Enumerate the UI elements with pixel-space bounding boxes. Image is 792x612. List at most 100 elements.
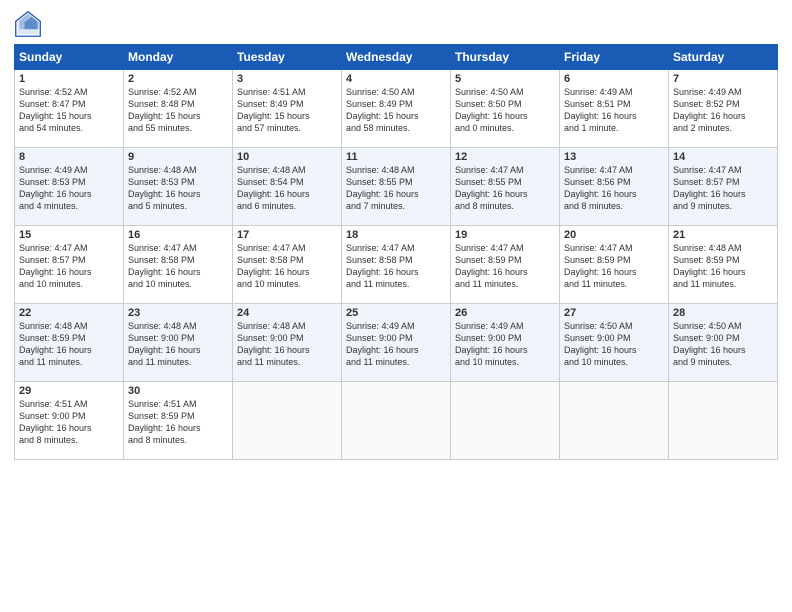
calendar-cell: 10Sunrise: 4:48 AM Sunset: 8:54 PM Dayli…: [233, 148, 342, 226]
calendar-cell: 17Sunrise: 4:47 AM Sunset: 8:58 PM Dayli…: [233, 226, 342, 304]
day-info: Sunrise: 4:48 AM Sunset: 8:59 PM Dayligh…: [673, 242, 773, 291]
calendar-week-row: 8Sunrise: 4:49 AM Sunset: 8:53 PM Daylig…: [15, 148, 778, 226]
calendar-cell: 15Sunrise: 4:47 AM Sunset: 8:57 PM Dayli…: [15, 226, 124, 304]
logo: [14, 10, 46, 38]
day-number: 26: [455, 307, 555, 319]
calendar-day-header: Tuesday: [233, 45, 342, 70]
day-number: 27: [564, 307, 664, 319]
calendar-cell: 1Sunrise: 4:52 AM Sunset: 8:47 PM Daylig…: [15, 70, 124, 148]
calendar-day-header: Wednesday: [342, 45, 451, 70]
day-info: Sunrise: 4:51 AM Sunset: 9:00 PM Dayligh…: [19, 398, 119, 447]
day-info: Sunrise: 4:48 AM Sunset: 8:59 PM Dayligh…: [19, 320, 119, 369]
calendar-cell: 13Sunrise: 4:47 AM Sunset: 8:56 PM Dayli…: [560, 148, 669, 226]
day-number: 13: [564, 151, 664, 163]
day-number: 19: [455, 229, 555, 241]
calendar-cell: 22Sunrise: 4:48 AM Sunset: 8:59 PM Dayli…: [15, 304, 124, 382]
calendar-cell: 18Sunrise: 4:47 AM Sunset: 8:58 PM Dayli…: [342, 226, 451, 304]
calendar-week-row: 15Sunrise: 4:47 AM Sunset: 8:57 PM Dayli…: [15, 226, 778, 304]
day-number: 8: [19, 151, 119, 163]
day-info: Sunrise: 4:48 AM Sunset: 8:54 PM Dayligh…: [237, 164, 337, 213]
day-number: 25: [346, 307, 446, 319]
calendar-week-row: 1Sunrise: 4:52 AM Sunset: 8:47 PM Daylig…: [15, 70, 778, 148]
day-info: Sunrise: 4:47 AM Sunset: 8:55 PM Dayligh…: [455, 164, 555, 213]
calendar-day-header: Saturday: [669, 45, 778, 70]
calendar-day-header: Thursday: [451, 45, 560, 70]
day-info: Sunrise: 4:50 AM Sunset: 9:00 PM Dayligh…: [673, 320, 773, 369]
day-info: Sunrise: 4:49 AM Sunset: 9:00 PM Dayligh…: [455, 320, 555, 369]
day-info: Sunrise: 4:50 AM Sunset: 9:00 PM Dayligh…: [564, 320, 664, 369]
calendar-cell: [233, 382, 342, 460]
day-number: 6: [564, 73, 664, 85]
day-info: Sunrise: 4:52 AM Sunset: 8:48 PM Dayligh…: [128, 86, 228, 135]
day-info: Sunrise: 4:49 AM Sunset: 8:53 PM Dayligh…: [19, 164, 119, 213]
day-number: 2: [128, 73, 228, 85]
day-number: 11: [346, 151, 446, 163]
day-number: 12: [455, 151, 555, 163]
day-info: Sunrise: 4:47 AM Sunset: 8:58 PM Dayligh…: [237, 242, 337, 291]
calendar-cell: 20Sunrise: 4:47 AM Sunset: 8:59 PM Dayli…: [560, 226, 669, 304]
day-number: 14: [673, 151, 773, 163]
day-number: 23: [128, 307, 228, 319]
day-number: 3: [237, 73, 337, 85]
calendar-cell: 14Sunrise: 4:47 AM Sunset: 8:57 PM Dayli…: [669, 148, 778, 226]
day-number: 7: [673, 73, 773, 85]
calendar-week-row: 22Sunrise: 4:48 AM Sunset: 8:59 PM Dayli…: [15, 304, 778, 382]
day-info: Sunrise: 4:47 AM Sunset: 8:56 PM Dayligh…: [564, 164, 664, 213]
day-number: 30: [128, 385, 228, 397]
day-info: Sunrise: 4:51 AM Sunset: 8:49 PM Dayligh…: [237, 86, 337, 135]
calendar-cell: 3Sunrise: 4:51 AM Sunset: 8:49 PM Daylig…: [233, 70, 342, 148]
calendar-header-row: SundayMondayTuesdayWednesdayThursdayFrid…: [15, 45, 778, 70]
header: [14, 10, 778, 38]
day-info: Sunrise: 4:47 AM Sunset: 8:59 PM Dayligh…: [455, 242, 555, 291]
day-number: 20: [564, 229, 664, 241]
calendar-cell: [560, 382, 669, 460]
day-number: 1: [19, 73, 119, 85]
day-info: Sunrise: 4:47 AM Sunset: 8:57 PM Dayligh…: [673, 164, 773, 213]
calendar-week-row: 29Sunrise: 4:51 AM Sunset: 9:00 PM Dayli…: [15, 382, 778, 460]
day-info: Sunrise: 4:49 AM Sunset: 8:52 PM Dayligh…: [673, 86, 773, 135]
day-info: Sunrise: 4:47 AM Sunset: 8:58 PM Dayligh…: [128, 242, 228, 291]
day-info: Sunrise: 4:48 AM Sunset: 9:00 PM Dayligh…: [237, 320, 337, 369]
calendar-table: SundayMondayTuesdayWednesdayThursdayFrid…: [14, 44, 778, 460]
page: SundayMondayTuesdayWednesdayThursdayFrid…: [0, 0, 792, 612]
day-number: 21: [673, 229, 773, 241]
day-info: Sunrise: 4:47 AM Sunset: 8:59 PM Dayligh…: [564, 242, 664, 291]
day-number: 28: [673, 307, 773, 319]
day-info: Sunrise: 4:48 AM Sunset: 8:53 PM Dayligh…: [128, 164, 228, 213]
calendar-cell: 4Sunrise: 4:50 AM Sunset: 8:49 PM Daylig…: [342, 70, 451, 148]
day-number: 17: [237, 229, 337, 241]
day-number: 4: [346, 73, 446, 85]
day-info: Sunrise: 4:50 AM Sunset: 8:50 PM Dayligh…: [455, 86, 555, 135]
day-info: Sunrise: 4:49 AM Sunset: 8:51 PM Dayligh…: [564, 86, 664, 135]
calendar-cell: 27Sunrise: 4:50 AM Sunset: 9:00 PM Dayli…: [560, 304, 669, 382]
calendar-cell: 26Sunrise: 4:49 AM Sunset: 9:00 PM Dayli…: [451, 304, 560, 382]
logo-icon: [14, 10, 42, 38]
calendar-day-header: Friday: [560, 45, 669, 70]
calendar-day-header: Monday: [124, 45, 233, 70]
day-number: 24: [237, 307, 337, 319]
day-info: Sunrise: 4:49 AM Sunset: 9:00 PM Dayligh…: [346, 320, 446, 369]
day-number: 16: [128, 229, 228, 241]
day-info: Sunrise: 4:47 AM Sunset: 8:58 PM Dayligh…: [346, 242, 446, 291]
day-number: 18: [346, 229, 446, 241]
calendar-cell: 19Sunrise: 4:47 AM Sunset: 8:59 PM Dayli…: [451, 226, 560, 304]
calendar-cell: 29Sunrise: 4:51 AM Sunset: 9:00 PM Dayli…: [15, 382, 124, 460]
day-info: Sunrise: 4:52 AM Sunset: 8:47 PM Dayligh…: [19, 86, 119, 135]
day-info: Sunrise: 4:48 AM Sunset: 8:55 PM Dayligh…: [346, 164, 446, 213]
day-number: 15: [19, 229, 119, 241]
calendar-cell: 9Sunrise: 4:48 AM Sunset: 8:53 PM Daylig…: [124, 148, 233, 226]
day-info: Sunrise: 4:50 AM Sunset: 8:49 PM Dayligh…: [346, 86, 446, 135]
day-number: 29: [19, 385, 119, 397]
day-info: Sunrise: 4:51 AM Sunset: 8:59 PM Dayligh…: [128, 398, 228, 447]
calendar-cell: 25Sunrise: 4:49 AM Sunset: 9:00 PM Dayli…: [342, 304, 451, 382]
calendar-day-header: Sunday: [15, 45, 124, 70]
calendar-cell: [451, 382, 560, 460]
calendar-cell: [342, 382, 451, 460]
day-number: 5: [455, 73, 555, 85]
calendar-cell: 30Sunrise: 4:51 AM Sunset: 8:59 PM Dayli…: [124, 382, 233, 460]
calendar-cell: 11Sunrise: 4:48 AM Sunset: 8:55 PM Dayli…: [342, 148, 451, 226]
calendar-cell: 21Sunrise: 4:48 AM Sunset: 8:59 PM Dayli…: [669, 226, 778, 304]
calendar-cell: 2Sunrise: 4:52 AM Sunset: 8:48 PM Daylig…: [124, 70, 233, 148]
day-number: 22: [19, 307, 119, 319]
calendar-cell: 12Sunrise: 4:47 AM Sunset: 8:55 PM Dayli…: [451, 148, 560, 226]
